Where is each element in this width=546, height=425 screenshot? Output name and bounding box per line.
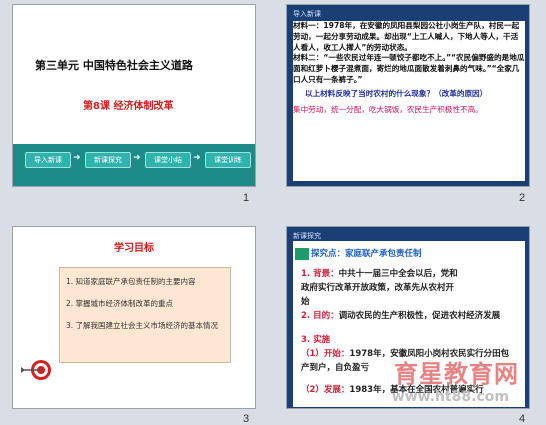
objectives-box: 1. 知道家庭联产承包责任制的主要内容 2. 掌握城市经济体制改革的重点 3. …: [59, 267, 231, 363]
slide-number: 1: [243, 192, 250, 204]
answer-text: 集中劳动，统一分配，吃大锅饭，农民生产积极性不高。: [293, 104, 483, 114]
section-marker-icon: [295, 247, 309, 260]
watermark-url: www.ht88.com: [391, 389, 509, 405]
nav-button-intro[interactable]: 导入新课: [25, 152, 71, 168]
objective-item: 1. 知道家庭联产承包责任制的主要内容: [66, 277, 196, 286]
slide-header-bar: [13, 5, 255, 27]
objective-item: 2. 掌握城市经济体制改革的重点: [66, 299, 174, 308]
arrow-right-icon: ➜: [193, 153, 201, 163]
slide-body: 材料一：1978年，在安徽的凤阳县梨园公社小岗生产队，村民一起劳动，一起分享劳动…: [293, 21, 525, 181]
nav-button-summary[interactable]: 课堂小结: [145, 152, 191, 168]
content-line: 1. 背景：中共十一届三中全会以后，党和政府实行改革开放政策，改革先从农村开始: [301, 269, 458, 307]
slide-title: 学习目标: [114, 243, 154, 254]
section-title: 探究点：家庭联产承包责任制: [295, 247, 422, 261]
arrow-right-icon: ➜: [73, 153, 81, 163]
target-icon: [21, 360, 51, 380]
nav-button-practice[interactable]: 课堂训练: [205, 152, 251, 168]
slide-body: 探究点：家庭联产承包责任制 1. 背景：中共十一届三中全会以后，党和政府实行改革…: [293, 241, 525, 407]
nav-button-explore[interactable]: 新课探究: [85, 152, 131, 168]
slide-thumbnail-3[interactable]: 学习目标 1. 知道家庭联产承包责任制的主要内容 2. 掌握城市经济体制改革的重…: [12, 226, 256, 409]
slide-number: 2: [519, 192, 526, 204]
material-paragraph-2: 材料二：“一些农民过年连一顿饺子都吃不上。”“农民偏野盛的是地瓜面和红萝卜樱子混…: [293, 53, 525, 84]
slide-thumbnail-1[interactable]: 第三单元 中国特色社会主义道路 第8课 经济体制改革 导入新课 ➜ 新课探究 ➜…: [12, 4, 256, 187]
slide-thumbnail-2[interactable]: 导入新课 材料一：1978年，在安徽的凤阳县梨园公社小岗生产队，村民一起劳动，一…: [286, 4, 530, 187]
nav-band: 导入新课 ➜ 新课探究 ➜ 课堂小结 ➜ 课堂训练: [13, 144, 255, 186]
watermark-logo: 育星教育网: [394, 360, 519, 388]
content-line: 2. 目的：调动农民的生产积极性，促进农村经济发展: [301, 311, 501, 321]
arrow-right-icon: ➜: [133, 153, 141, 163]
content-line: 3. 实施: [301, 335, 331, 345]
slide-title: 第三单元 中国特色社会主义道路: [35, 59, 193, 72]
slide-number: 4: [519, 413, 526, 425]
slide-section-header: 导入新课: [293, 10, 321, 18]
slide-thumbnail-4[interactable]: 新课探究 探究点：家庭联产承包责任制 1. 背景：中共十一届三中全会以后，党和政…: [286, 226, 530, 409]
slide-section-header: 新课探究: [293, 232, 321, 240]
lesson-title: 第8课 经济体制改革: [83, 101, 174, 112]
objective-item: 3. 了解我国建立社会主义市场经济的基本情况: [66, 321, 219, 330]
material-paragraph-1: 材料一：1978年，在安徽的凤阳县梨园公社小岗生产队，村民一起劳动，一起分享劳动…: [293, 21, 520, 52]
question-text: 以上材料反映了当时农村的什么现象？（改革的原因）: [305, 88, 488, 98]
slide-number: 3: [243, 413, 250, 425]
